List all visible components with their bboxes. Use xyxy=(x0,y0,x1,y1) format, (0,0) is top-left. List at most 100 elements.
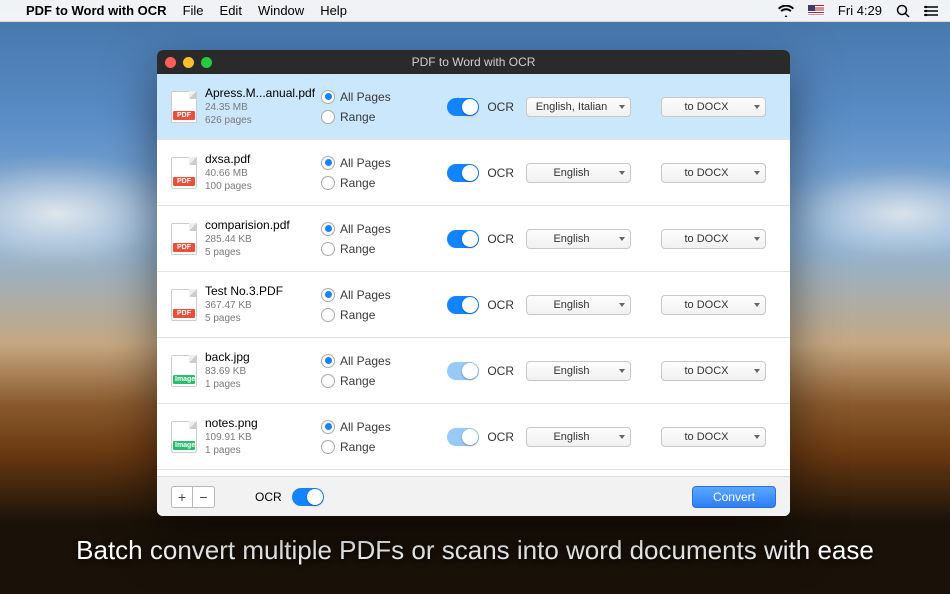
page-range-radio[interactable]: Range xyxy=(321,110,426,124)
radio-label: All Pages xyxy=(340,90,391,104)
ocr-label: OCR xyxy=(487,166,514,180)
file-row[interactable]: PDFcomparision.pdf285.44 KB5 pagesAll Pa… xyxy=(157,206,790,272)
footer-ocr-label: OCR xyxy=(255,490,282,504)
ocr-label: OCR xyxy=(487,232,514,246)
radio-label: Range xyxy=(340,110,375,124)
macos-menubar: PDF to Word with OCR File Edit Window He… xyxy=(0,0,950,22)
language-dropdown[interactable]: English, Italian xyxy=(526,97,631,117)
image-file-icon: Image xyxy=(171,421,197,453)
menu-file[interactable]: File xyxy=(183,3,204,18)
window-titlebar[interactable]: PDF to Word with OCR xyxy=(157,50,790,74)
file-row[interactable]: PDF Apress.M...anual.pdf24.35 MB626 pages… xyxy=(157,74,790,140)
file-size: 109.91 KB xyxy=(205,431,258,444)
file-name: back.jpg xyxy=(205,350,250,366)
page-range-radio[interactable]: Range xyxy=(321,308,426,322)
radio-label: Range xyxy=(340,440,375,454)
radio-label: All Pages xyxy=(340,420,391,434)
file-row[interactable]: Image notes.png109.91 KB1 pages All Pages R… xyxy=(157,404,790,470)
page-range-radio[interactable]: Range xyxy=(321,176,426,190)
file-pages: 5 pages xyxy=(205,312,283,325)
wifi-icon[interactable] xyxy=(778,5,794,17)
language-dropdown[interactable]: English xyxy=(526,361,631,381)
output-format-dropdown[interactable]: to DOCX xyxy=(661,361,766,381)
all-pages-radio[interactable]: All Pages xyxy=(321,156,426,170)
all-pages-radio[interactable]: All Pages xyxy=(321,90,426,104)
ocr-toggle[interactable] xyxy=(447,230,479,248)
menu-window[interactable]: Window xyxy=(258,3,304,18)
file-pages: 100 pages xyxy=(205,180,252,193)
ocr-toggle[interactable] xyxy=(447,98,479,116)
menu-edit[interactable]: Edit xyxy=(220,3,242,18)
convert-button[interactable]: Convert xyxy=(692,486,776,508)
ocr-label: OCR xyxy=(487,364,514,378)
file-size: 367.47 KB xyxy=(205,299,283,312)
file-size: 24.35 MB xyxy=(205,101,315,114)
file-pages: 1 pages xyxy=(205,378,250,391)
app-window: PDF to Word with OCR PDF Apress.M...anual… xyxy=(157,50,790,516)
language-dropdown[interactable]: English xyxy=(526,295,631,315)
radio-label: All Pages xyxy=(340,156,391,170)
notification-center-icon[interactable] xyxy=(924,5,938,17)
output-format-dropdown[interactable]: to DOCX xyxy=(661,163,766,183)
window-close-button[interactable] xyxy=(165,57,176,68)
add-file-button[interactable]: + xyxy=(171,486,193,508)
marketing-caption: Batch convert multiple PDFs or scans int… xyxy=(0,535,950,566)
all-pages-radio[interactable]: All Pages xyxy=(321,354,426,368)
file-size: 83.69 KB xyxy=(205,365,250,378)
window-footer: + − OCR Convert xyxy=(157,476,790,516)
file-row[interactable]: PDFdxsa.pdf40.66 MB100 pagesAll PagesRan… xyxy=(157,140,790,206)
output-format-dropdown[interactable]: to DOCX xyxy=(661,427,766,447)
file-row[interactable]: PDF Test No.3.PDF367.47 KB5 pages All Page… xyxy=(157,272,790,338)
all-pages-radio[interactable]: All Pages xyxy=(321,288,426,302)
menubar-clock[interactable]: Fri 4:29 xyxy=(838,3,882,18)
file-name: Apress.M...anual.pdf xyxy=(205,86,315,102)
file-name: Test No.3.PDF xyxy=(205,284,283,300)
ocr-toggle[interactable] xyxy=(447,428,479,446)
footer-ocr-toggle[interactable] xyxy=(292,488,324,506)
ocr-toggle[interactable] xyxy=(447,362,479,380)
radio-label: Range xyxy=(340,308,375,322)
file-pages: 1 pages xyxy=(205,444,258,457)
pdf-file-icon: PDF xyxy=(171,91,197,123)
page-range-radio[interactable]: Range xyxy=(321,242,426,256)
file-row[interactable]: Image back.jpg83.69 KB1 pages All Pages Ran… xyxy=(157,338,790,404)
language-dropdown[interactable]: English xyxy=(526,163,631,183)
menu-help[interactable]: Help xyxy=(320,3,347,18)
output-format-dropdown[interactable]: to DOCX xyxy=(661,97,766,117)
file-name: notes.png xyxy=(205,416,258,432)
output-format-dropdown[interactable]: to DOCX xyxy=(661,229,766,249)
language-dropdown[interactable]: English xyxy=(526,229,631,249)
image-file-icon: Image xyxy=(171,355,197,387)
pdf-file-icon: PDF xyxy=(171,157,197,189)
file-list[interactable]: PDF Apress.M...anual.pdf24.35 MB626 pages… xyxy=(157,74,790,476)
all-pages-radio[interactable]: All Pages xyxy=(321,222,426,236)
file-pages: 5 pages xyxy=(205,246,290,259)
file-size: 40.66 MB xyxy=(205,167,252,180)
radio-label: Range xyxy=(340,176,375,190)
language-dropdown[interactable]: English xyxy=(526,427,631,447)
window-maximize-button[interactable] xyxy=(201,57,212,68)
radio-label: All Pages xyxy=(340,288,391,302)
ocr-toggle[interactable] xyxy=(447,164,479,182)
all-pages-radio[interactable]: All Pages xyxy=(321,420,426,434)
pdf-file-icon: PDF xyxy=(171,289,197,321)
file-pages: 626 pages xyxy=(205,114,315,127)
remove-file-button[interactable]: − xyxy=(193,486,215,508)
window-minimize-button[interactable] xyxy=(183,57,194,68)
ocr-label: OCR xyxy=(487,100,514,114)
input-source-flag[interactable] xyxy=(808,5,824,16)
spotlight-icon[interactable] xyxy=(896,4,910,18)
radio-label: Range xyxy=(340,242,375,256)
output-format-dropdown[interactable]: to DOCX xyxy=(661,295,766,315)
radio-label: Range xyxy=(340,374,375,388)
radio-label: All Pages xyxy=(340,222,391,236)
ocr-toggle[interactable] xyxy=(447,296,479,314)
page-range-radio[interactable]: Range xyxy=(321,440,426,454)
radio-label: All Pages xyxy=(340,354,391,368)
file-size: 285.44 KB xyxy=(205,233,290,246)
menubar-app-name[interactable]: PDF to Word with OCR xyxy=(26,3,167,18)
window-controls xyxy=(165,57,212,68)
window-title: PDF to Word with OCR xyxy=(157,55,790,69)
ocr-label: OCR xyxy=(487,430,514,444)
page-range-radio[interactable]: Range xyxy=(321,374,426,388)
